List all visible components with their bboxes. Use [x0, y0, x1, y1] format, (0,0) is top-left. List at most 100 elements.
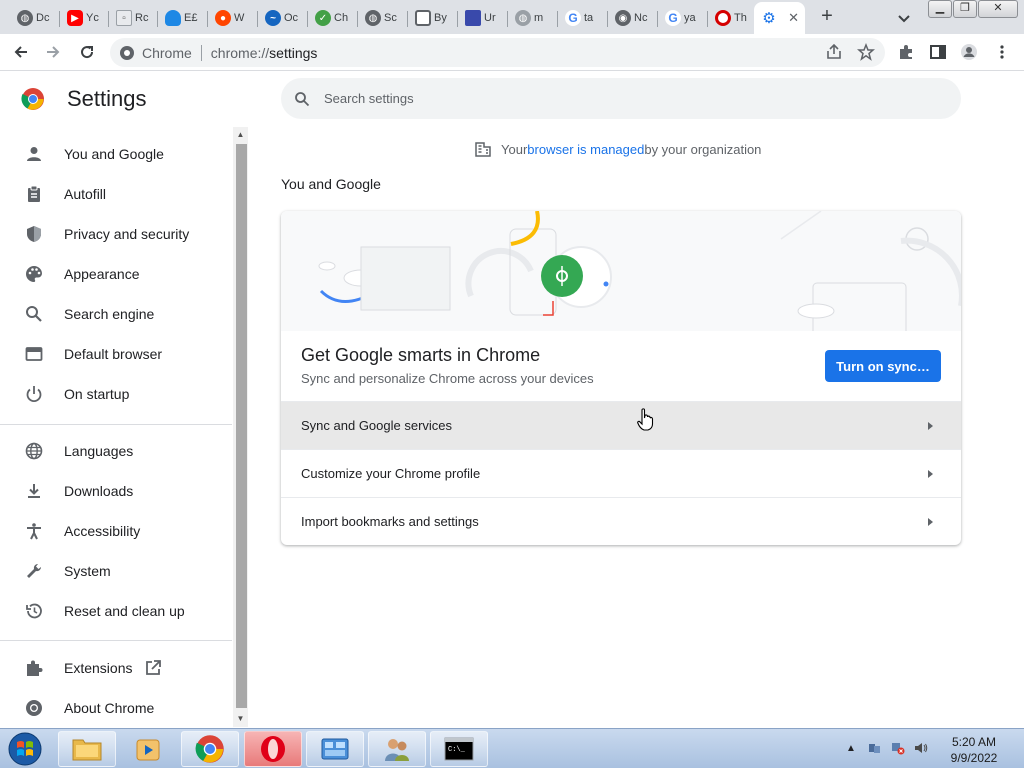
- sidebar-item-you-and-google[interactable]: You and Google: [0, 134, 232, 174]
- taskbar-users[interactable]: [368, 731, 426, 767]
- reddit-icon: ●: [215, 10, 231, 26]
- sidebar-item-accessibility[interactable]: Accessibility: [0, 511, 232, 551]
- person-icon: [24, 144, 44, 164]
- command-prompt-icon: C:\_: [444, 737, 474, 761]
- you-and-google-card: Get Google smarts in Chrome Sync and per…: [281, 211, 961, 545]
- tab-12[interactable]: Gta: [558, 2, 608, 34]
- taskbar-chrome[interactable]: [181, 731, 239, 767]
- address-bar[interactable]: Chrome chrome://settings: [110, 38, 885, 67]
- taskbar-file-explorer[interactable]: [58, 731, 116, 767]
- tab-2[interactable]: ▶ Yc: [60, 2, 109, 34]
- sidebar-item-privacy-and-security[interactable]: Privacy and security: [0, 214, 232, 254]
- taskbar-opera[interactable]: [244, 731, 302, 767]
- tab-3[interactable]: ▫ Rc: [109, 2, 158, 34]
- extensions-puzzle-icon[interactable]: [897, 43, 915, 61]
- sidebar-item-search-engine[interactable]: Search engine: [0, 294, 232, 334]
- tab-6[interactable]: ~ Oc: [258, 2, 308, 34]
- sidebar-item-languages[interactable]: Languages: [0, 431, 232, 471]
- taskbar-clock[interactable]: 5:20 AM 9/9/2022: [942, 734, 1006, 766]
- sidebar-item-about-chrome[interactable]: About Chrome: [0, 688, 232, 728]
- search-icon: [295, 91, 310, 106]
- reload-icon[interactable]: [77, 42, 97, 62]
- chrome-icon: ◉: [615, 10, 631, 26]
- site-info-chip[interactable]: Chrome: [110, 45, 192, 61]
- volume-icon[interactable]: [914, 741, 928, 755]
- tab-13[interactable]: ◉ Nc: [608, 2, 658, 34]
- start-button-windows-icon[interactable]: [6, 731, 44, 767]
- search-settings-input[interactable]: [324, 91, 924, 106]
- action-center-flag-icon[interactable]: [867, 741, 881, 755]
- users-icon: [385, 739, 409, 761]
- youtube-icon: ▶: [67, 10, 83, 26]
- network-error-icon[interactable]: [891, 741, 905, 755]
- minimize-button[interactable]: ▁: [928, 0, 952, 18]
- bookmark-icon: [465, 10, 481, 26]
- google-icon: G: [565, 10, 581, 26]
- svg-text:C:\_: C:\_: [448, 746, 466, 754]
- side-panel-icon[interactable]: [929, 43, 947, 61]
- sidebar-item-autofill[interactable]: Autofill: [0, 174, 232, 214]
- sync-promo-illustration: [281, 211, 961, 331]
- show-hidden-icons-arrow-icon[interactable]: ▲: [844, 741, 858, 755]
- sidebar-item-system[interactable]: System: [0, 551, 232, 591]
- sidebar-item-on-startup[interactable]: On startup: [0, 374, 232, 414]
- shield-icon: [24, 224, 44, 244]
- turn-on-sync-button[interactable]: Turn on sync…: [825, 350, 941, 382]
- share-icon[interactable]: [825, 43, 843, 61]
- image-icon: ▫: [116, 10, 132, 26]
- tab-8[interactable]: ◍ Sc: [358, 2, 408, 34]
- clipboard-icon: [24, 184, 44, 204]
- control-panel-icon: [321, 738, 349, 760]
- sidebar-item-downloads[interactable]: Downloads: [0, 471, 232, 511]
- chrome-logo-icon: [21, 88, 44, 110]
- new-tab-button[interactable]: +: [816, 6, 838, 28]
- row-customize-chrome-profile[interactable]: Customize your Chrome profile: [281, 449, 961, 497]
- sidebar-item-appearance[interactable]: Appearance: [0, 254, 232, 294]
- download-icon: [24, 481, 44, 501]
- row-sync-and-google-services[interactable]: Sync and Google services: [281, 401, 961, 449]
- back-arrow-icon[interactable]: [11, 42, 31, 62]
- google-icon: G: [665, 10, 681, 26]
- scroll-up-arrow-icon[interactable]: ▲: [233, 128, 248, 142]
- tab-9[interactable]: By: [408, 2, 458, 34]
- tab-11[interactable]: ◍ m: [508, 2, 558, 34]
- managed-link[interactable]: browser is managed: [527, 142, 644, 157]
- tab-7[interactable]: ✓ Ch: [308, 2, 358, 34]
- arrow-right-icon: [928, 422, 933, 430]
- chrome-icon: [120, 45, 134, 60]
- tab-settings-active[interactable]: ⚙ ✕: [754, 2, 805, 34]
- tab-10[interactable]: Ur: [458, 2, 508, 34]
- kebab-menu-icon[interactable]: [993, 43, 1011, 61]
- scroll-down-arrow-icon[interactable]: ▼: [233, 712, 248, 726]
- close-window-button[interactable]: ✕: [978, 0, 1018, 18]
- browser-window-icon: [24, 344, 44, 364]
- opera-icon: [715, 10, 731, 26]
- managed-notice: Your browser is managed by your organiza…: [474, 140, 761, 158]
- tab-1[interactable]: ◍ Dc: [10, 2, 60, 34]
- globe-icon: [24, 441, 44, 461]
- taskbar-control-panel[interactable]: [306, 731, 364, 767]
- forward-arrow-icon[interactable]: [43, 42, 63, 62]
- tab-14[interactable]: Gya: [658, 2, 708, 34]
- taskbar-command-prompt[interactable]: C:\_: [430, 731, 488, 767]
- globe-icon: ◍: [365, 10, 381, 26]
- sidebar-item-extensions[interactable]: Extensions: [0, 648, 232, 688]
- taskbar-media-player[interactable]: [119, 731, 177, 767]
- search-settings-box[interactable]: [281, 78, 961, 119]
- tab-5[interactable]: ● W: [208, 2, 258, 34]
- bookmark-star-icon[interactable]: [857, 43, 875, 61]
- profile-avatar-icon[interactable]: [960, 43, 978, 61]
- tab-search-chevron-icon[interactable]: [895, 9, 913, 27]
- restore-button[interactable]: ❐: [953, 0, 977, 18]
- arrow-right-icon: [928, 470, 933, 478]
- sidebar-scrollbar[interactable]: ▲ ▼: [233, 127, 248, 727]
- tab-4[interactable]: E£: [158, 2, 208, 34]
- tab-15[interactable]: Th: [708, 2, 754, 34]
- sidebar-item-reset-and-clean-up[interactable]: Reset and clean up: [0, 591, 232, 631]
- sidebar-item-default-browser[interactable]: Default browser: [0, 334, 232, 374]
- search-icon: [24, 304, 44, 324]
- close-tab-icon[interactable]: ✕: [788, 10, 799, 26]
- scrollbar-thumb[interactable]: [236, 144, 247, 708]
- globe-icon: ◍: [515, 10, 531, 26]
- row-import-bookmarks-and-settings[interactable]: Import bookmarks and settings: [281, 497, 961, 545]
